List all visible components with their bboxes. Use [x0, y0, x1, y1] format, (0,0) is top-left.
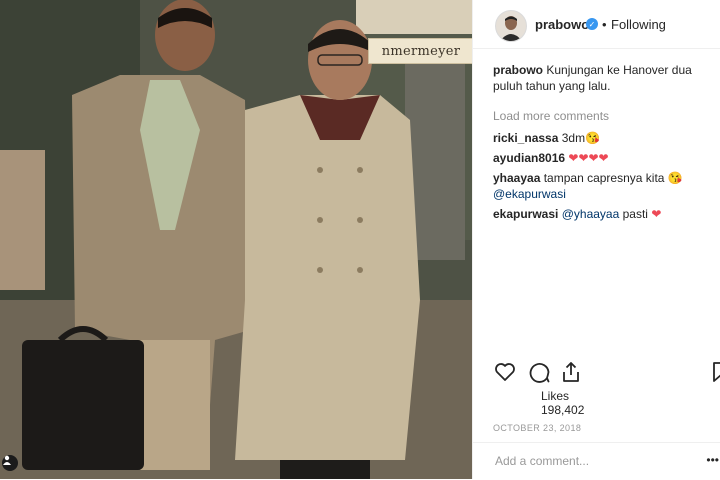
- following-button[interactable]: Following: [611, 17, 666, 32]
- verified-badge-icon: ✓: [586, 18, 598, 30]
- comment-item: ayudian8016 ❤❤❤❤ ♡: [493, 150, 715, 166]
- add-comment-input[interactable]: [493, 453, 697, 469]
- likes-count[interactable]: 198,402: [541, 403, 584, 417]
- follow-separator: •: [602, 17, 607, 32]
- comment-mention[interactable]: @yhaayaa: [562, 207, 620, 221]
- comment-text: tampan capresnya kita: [543, 171, 665, 185]
- comment-item: ricki_nassa 3dm😘 ♡: [493, 130, 715, 146]
- comment-username[interactable]: ayudian8016: [493, 151, 565, 165]
- add-comment-bar: •••: [473, 442, 720, 480]
- comments-list: prabowo Kunjungan ke Hanover dua puluh t…: [493, 62, 715, 226]
- post-date: OCTOBER 23, 2018: [493, 423, 582, 433]
- heart-icon[interactable]: [493, 360, 517, 384]
- comment-emoji: 😘: [667, 171, 683, 185]
- bookmark-icon[interactable]: [709, 360, 720, 384]
- avatar[interactable]: [495, 10, 527, 42]
- comment-item: ekapurwasi @yhaayaa pasti ❤ ♡: [493, 206, 715, 222]
- comment-emoji: ❤: [651, 207, 662, 221]
- load-more-comments-link[interactable]: Load more comments: [493, 108, 715, 124]
- comment-text: pasti: [622, 207, 648, 221]
- person-icon[interactable]: [2, 455, 18, 471]
- comment-emoji: 😘: [585, 131, 601, 145]
- shop-sign: nmermeyer: [368, 38, 472, 64]
- comment-username[interactable]: ricki_nassa: [493, 131, 558, 145]
- comment-icon[interactable]: [527, 360, 551, 384]
- share-icon[interactable]: [559, 360, 583, 384]
- more-options-icon[interactable]: •••: [706, 453, 719, 467]
- post-photo[interactable]: nmermeyer: [0, 0, 472, 479]
- caption-username[interactable]: prabowo: [493, 63, 543, 77]
- post-username[interactable]: prabowo: [535, 17, 589, 32]
- comment-emoji: ❤❤❤❤: [568, 151, 609, 165]
- likes-label[interactable]: Likes: [541, 389, 569, 403]
- post-side-panel: prabowo ✓ • Following prabowo Kunjungan …: [472, 0, 720, 479]
- caption: prabowo Kunjungan ke Hanover dua puluh t…: [493, 62, 715, 94]
- photo-illustration: [0, 0, 472, 479]
- comment-item: yhaayaa tampan capresnya kita 😘 @ekapurw…: [493, 170, 715, 202]
- comment-username[interactable]: yhaayaa: [493, 171, 540, 185]
- post-actions: [493, 360, 720, 386]
- comment-username[interactable]: ekapurwasi: [493, 207, 558, 221]
- post-header: prabowo ✓ • Following: [473, 0, 720, 49]
- comment-text: 3dm: [561, 131, 586, 145]
- comment-mention[interactable]: @ekapurwasi: [493, 187, 566, 201]
